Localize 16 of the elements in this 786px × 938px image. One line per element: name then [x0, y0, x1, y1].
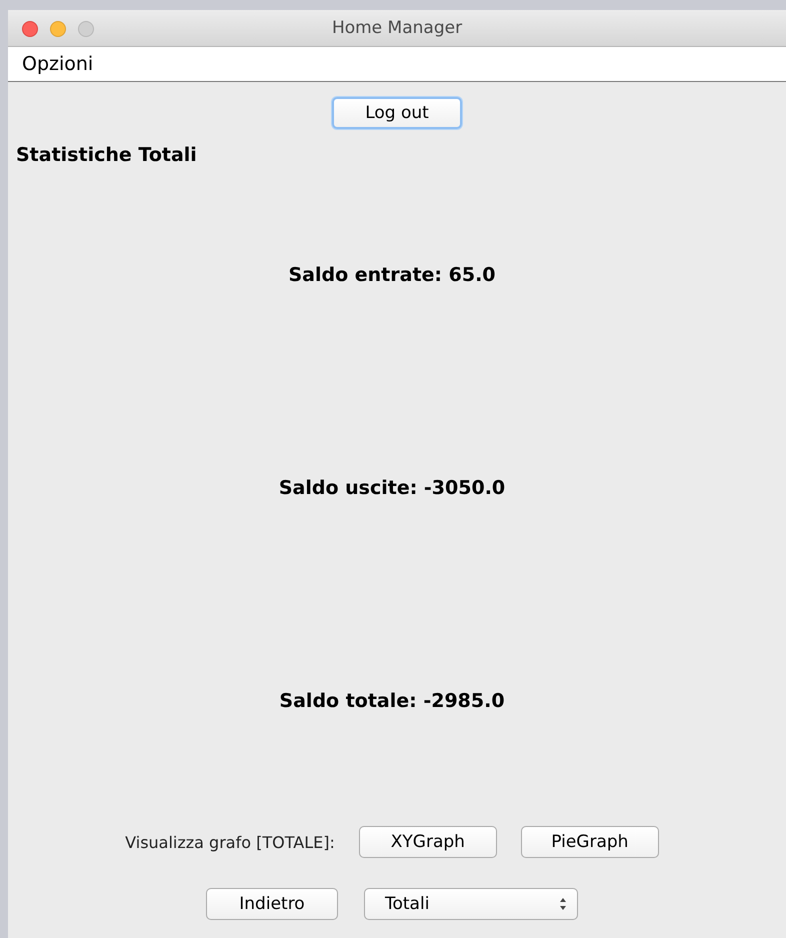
back-button[interactable]: Indietro [206, 888, 338, 920]
stepper-icon [559, 897, 567, 911]
logout-button[interactable]: Log out [332, 97, 462, 129]
period-dropdown[interactable]: Totali [364, 888, 578, 920]
graph-label: Visualizza grafo [TOTALE]: [125, 832, 335, 852]
balance-text: Saldo totale: -2985.0 [279, 690, 505, 714]
minimize-button[interactable] [50, 21, 66, 37]
menu-item[interactable]: Opzioni [22, 53, 94, 75]
section-heading: Statistiche Totali [16, 144, 198, 166]
graph-button[interactable]: PieGraph [520, 826, 659, 858]
zoom-button[interactable] [78, 21, 94, 37]
balance-text: Saldo entrate: 65.0 [288, 264, 496, 288]
graph-button[interactable]: XYGraph [358, 826, 497, 858]
balance-text: Saldo uscite: -3050.0 [278, 477, 506, 501]
close-button[interactable] [22, 21, 38, 37]
window-title: Home Manager [332, 18, 462, 38]
